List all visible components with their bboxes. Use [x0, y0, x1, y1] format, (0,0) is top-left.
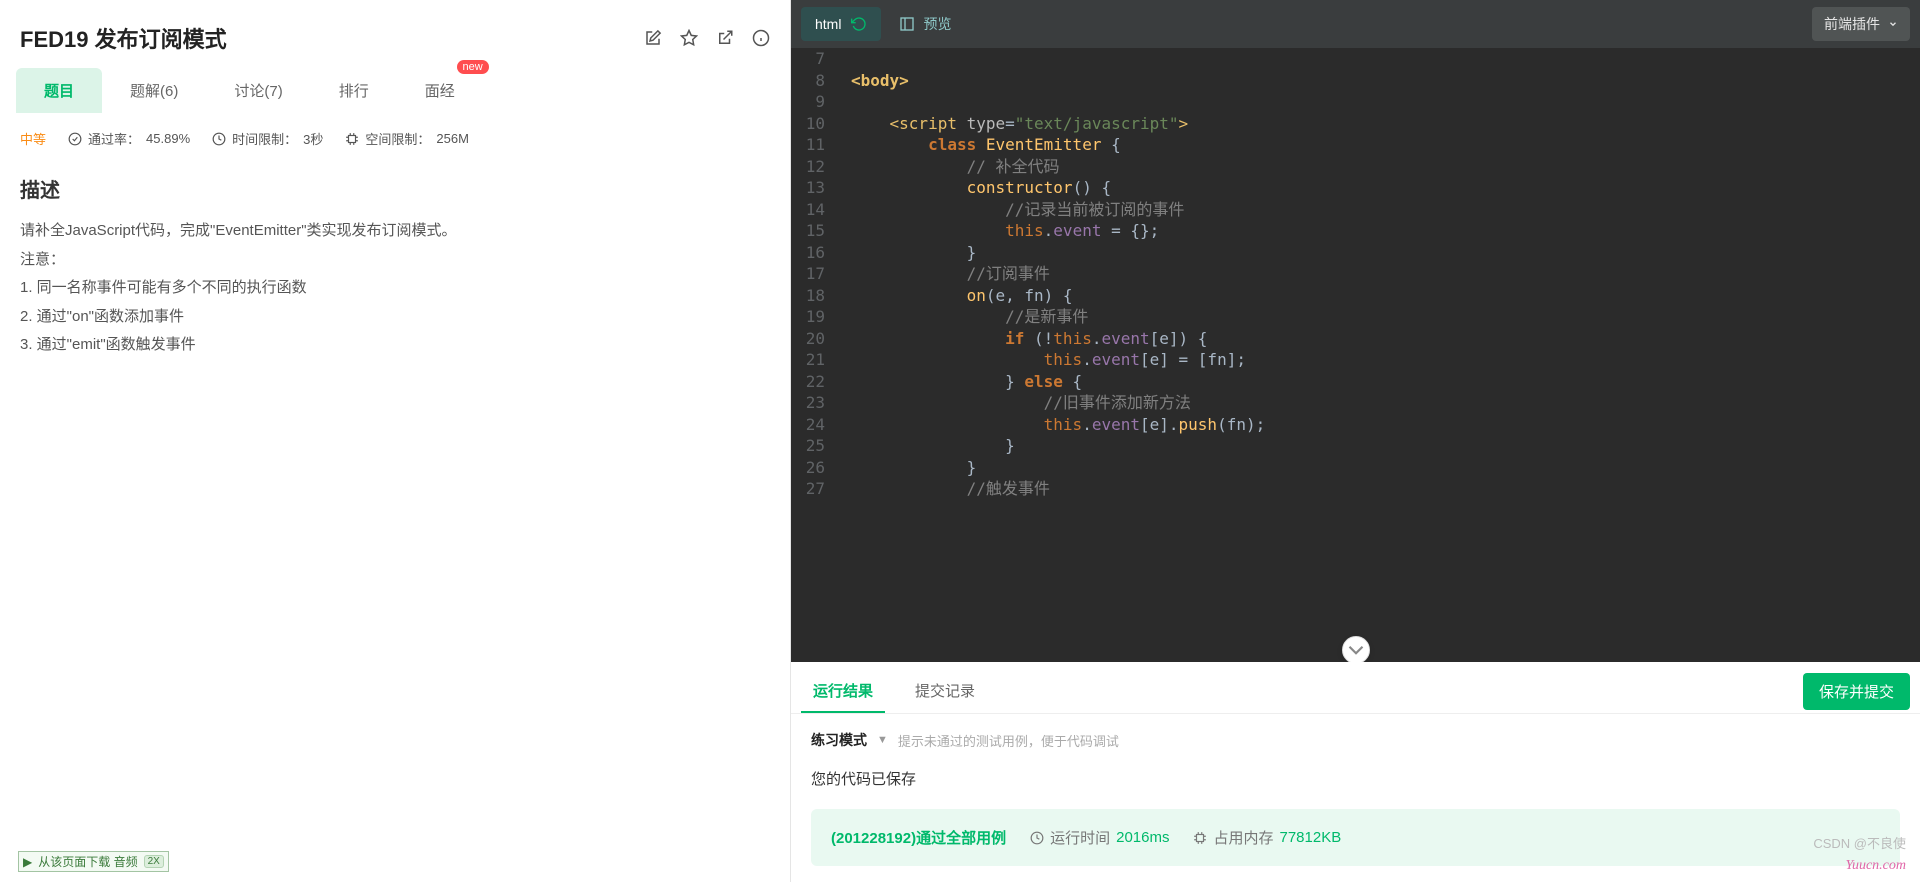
mode-hint: 提示未通过的测试用例，便于代码调试 — [898, 731, 1119, 750]
editor-panel: html 预览 前端插件 789101112131415161718192021… — [790, 0, 1920, 882]
result-tab[interactable]: 运行结果 — [801, 670, 885, 713]
time-limit: 时间限制： 3秒 — [212, 129, 323, 148]
result-area: 运行结果提交记录 保存并提交 练习模式 ▼ 提示未通过的测试用例，便于代码调试 … — [791, 662, 1920, 882]
note-label: 注意： — [20, 246, 770, 275]
memory-icon — [1193, 831, 1207, 845]
problem-tabs: 题目题解(6)讨论(7)排行面经new — [0, 68, 790, 113]
play-icon: ▶ — [23, 855, 32, 869]
result-tabs: 运行结果提交记录 — [801, 670, 987, 713]
saved-text: 您的代码已保存 — [811, 768, 1900, 789]
tab-item[interactable]: 讨论(7) — [206, 68, 310, 113]
edit-icon[interactable] — [644, 29, 662, 47]
clock-icon — [1030, 831, 1044, 845]
success-box: (201228192)通过全部用例 运行时间 2016ms 占用内存 77812… — [811, 809, 1900, 866]
code-content: <body> <script type="text/javascript"> c… — [791, 48, 1920, 500]
tab-item[interactable]: 排行 — [311, 68, 397, 113]
site-watermark: Yuucn.com — [1845, 858, 1906, 874]
external-link-icon[interactable] — [716, 29, 734, 47]
description-heading: 描述 — [20, 174, 770, 203]
editor-toolbar: html 预览 前端插件 — [791, 0, 1920, 48]
info-icon[interactable] — [752, 29, 770, 47]
passrate: 通过率： 45.89% — [68, 129, 190, 148]
tab-item[interactable]: 题解(6) — [102, 68, 206, 113]
description-list: 1. 同一名称事件可能有多个不同的执行函数2. 通过"on"函数添加事件3. 通… — [20, 274, 770, 360]
new-badge: new — [457, 60, 489, 74]
collapse-button[interactable] — [1342, 636, 1370, 662]
problem-panel: FED19 发布订阅模式 题目题解(6)讨论(7)排行面经new 中等 通过率：… — [0, 0, 790, 882]
result-tab[interactable]: 提交记录 — [903, 670, 987, 713]
csdn-watermark: CSDN @不良使 — [1813, 833, 1906, 852]
description-text: 请补全JavaScript代码，完成"EventEmitter"类实现发布订阅模… — [20, 217, 770, 246]
memory-icon — [345, 132, 359, 146]
pass-text: 通过全部用例 — [916, 830, 1006, 847]
memory: 占用内存 77812KB — [1193, 827, 1341, 848]
code-editor[interactable]: 789101112131415161718192021222324252627 … — [791, 48, 1920, 662]
list-item: 3. 通过"emit"函数触发事件 — [20, 331, 770, 360]
problem-title: FED19 发布订阅模式 — [20, 22, 227, 54]
check-icon — [68, 132, 82, 146]
chevron-down-icon[interactable]: ▼ — [877, 734, 888, 746]
problem-meta: 中等 通过率： 45.89% 时间限制： 3秒 空间限制： 256M — [0, 113, 790, 164]
editor-tab-html[interactable]: html — [801, 7, 881, 41]
problem-header: FED19 发布订阅模式 — [0, 0, 790, 68]
star-icon[interactable] — [680, 29, 698, 47]
tab-item[interactable]: 面经new — [397, 68, 483, 113]
clock-icon — [212, 132, 226, 146]
description-section: 描述 请补全JavaScript代码，完成"EventEmitter"类实现发布… — [0, 164, 790, 370]
submit-button[interactable]: 保存并提交 — [1803, 673, 1910, 710]
plugin-dropdown[interactable]: 前端插件 — [1812, 7, 1910, 41]
list-item: 2. 通过"on"函数添加事件 — [20, 303, 770, 332]
tab-item[interactable]: 题目 — [16, 68, 102, 113]
space-limit: 空间限制： 256M — [345, 129, 469, 148]
refresh-icon[interactable] — [851, 16, 867, 32]
mode-row: 练习模式 ▼ 提示未通过的测试用例，便于代码调试 — [811, 730, 1900, 750]
difficulty-label: 中等 — [20, 129, 46, 148]
editor-tab-preview[interactable]: 预览 — [899, 14, 951, 34]
runtime: 运行时间 2016ms — [1030, 827, 1169, 848]
mode-label[interactable]: 练习模式 — [811, 730, 867, 750]
chevron-down-icon — [1888, 19, 1898, 29]
audio-download-bar[interactable]: ▶ 从该页面下载 音频 2X — [18, 851, 169, 872]
submission-id: (201228192) — [831, 830, 916, 847]
layout-icon — [899, 16, 915, 32]
list-item: 1. 同一名称事件可能有多个不同的执行函数 — [20, 274, 770, 303]
line-gutter: 789101112131415161718192021222324252627 — [791, 48, 835, 662]
